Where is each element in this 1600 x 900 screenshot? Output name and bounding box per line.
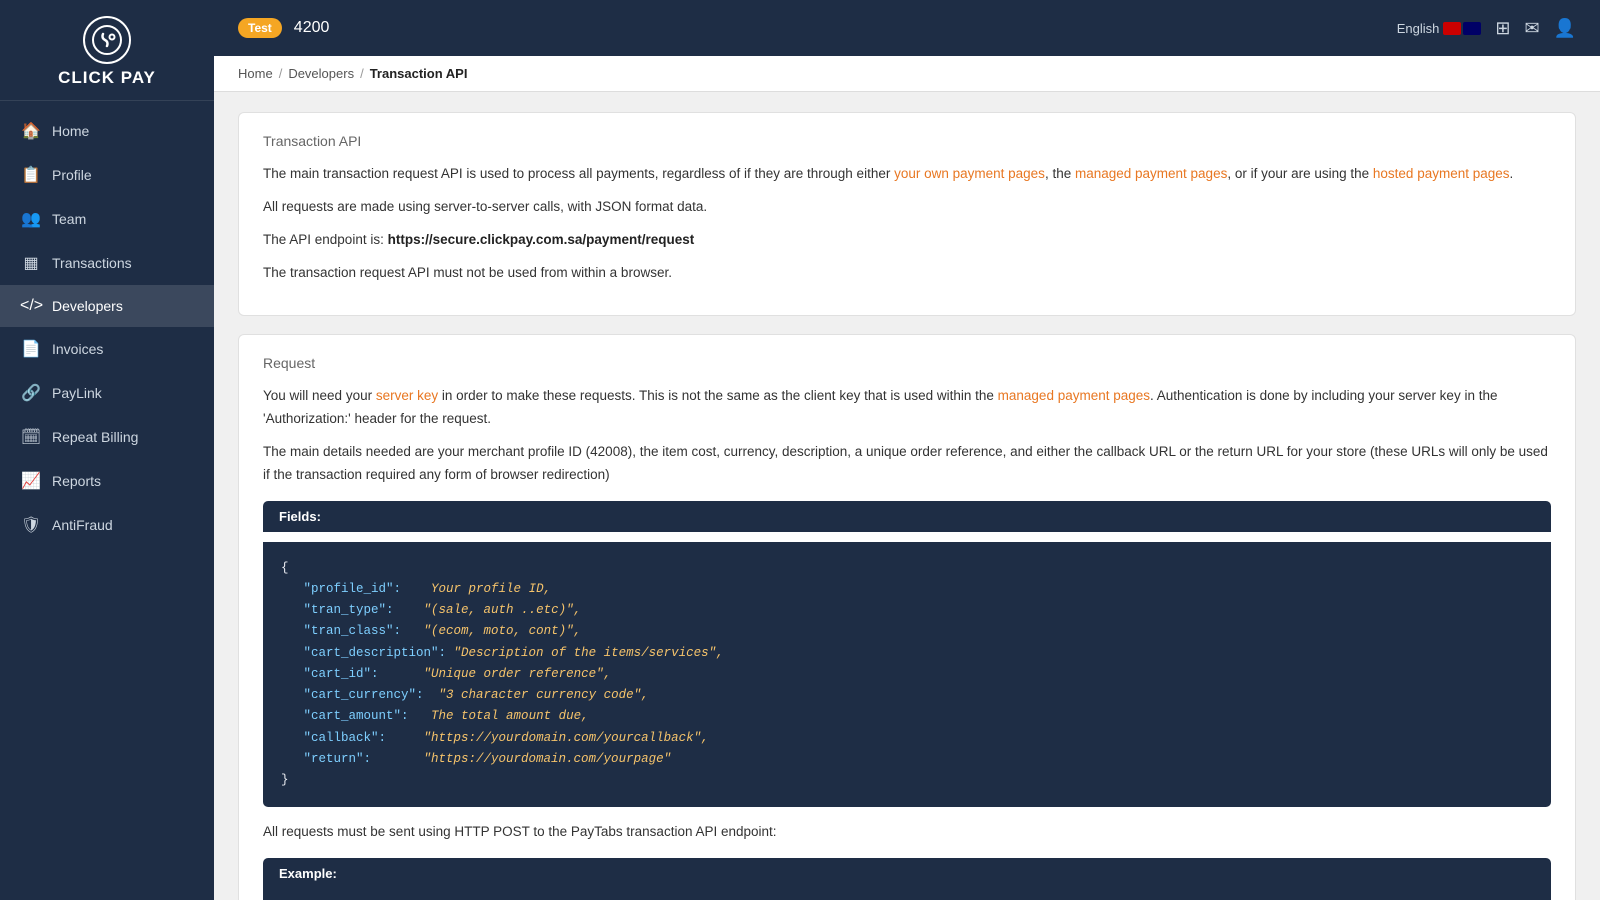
- sidebar-label-reports: Reports: [52, 473, 101, 489]
- account-id: 4200: [294, 19, 330, 37]
- logo-icon: [83, 16, 131, 64]
- grid-icon[interactable]: ⊞: [1495, 18, 1510, 39]
- breadcrumb-sep-1: /: [279, 66, 283, 81]
- header: Test 4200 English ⊞ ✉ 👤: [214, 0, 1600, 56]
- reports-icon: 📈: [20, 471, 42, 491]
- breadcrumb-current: Transaction API: [370, 66, 468, 81]
- breadcrumb-developers[interactable]: Developers: [288, 66, 354, 81]
- antifraud-icon: 🛡: [20, 515, 42, 535]
- sidebar-label-developers: Developers: [52, 298, 123, 314]
- sidebar-label-repeat-billing: Repeat Billing: [52, 429, 138, 445]
- profile-icon: 📋: [20, 165, 42, 185]
- section1-para2: All requests are made using server-to-se…: [263, 196, 1551, 219]
- sidebar-item-developers[interactable]: </> Developers: [0, 285, 214, 327]
- home-icon: 🏠: [20, 121, 42, 141]
- fields-code-block: { "profile_id": Your profile ID, "tran_t…: [263, 542, 1551, 808]
- breadcrumb-home[interactable]: Home: [238, 66, 273, 81]
- link-own-pages[interactable]: your own payment pages: [894, 166, 1045, 181]
- api-endpoint-url: https://secure.clickpay.com.sa/payment/r…: [388, 232, 695, 247]
- section2-para2: The main details needed are your merchan…: [263, 441, 1551, 487]
- link-managed-pages2[interactable]: managed payment pages: [998, 388, 1150, 403]
- invoices-icon: 📄: [20, 339, 42, 359]
- paylink-icon: 🔗: [20, 383, 42, 403]
- sidebar-item-profile[interactable]: 📋 Profile: [0, 153, 214, 197]
- sidebar-item-transactions[interactable]: ▦ Transactions: [0, 241, 214, 285]
- header-right: English ⊞ ✉ 👤: [1397, 18, 1576, 39]
- sidebar-item-paylink[interactable]: 🔗 PayLink: [0, 371, 214, 415]
- sidebar-item-reports[interactable]: 📈 Reports: [0, 459, 214, 503]
- sidebar: CLICK PAY 🏠 Home 📋 Profile 👥 Team ▦ Tran…: [0, 0, 214, 900]
- sidebar-item-antifraud[interactable]: 🛡 AntiFraud: [0, 503, 214, 547]
- test-badge: Test: [238, 18, 282, 38]
- sidebar-label-invoices: Invoices: [52, 341, 103, 357]
- sidebar-label-profile: Profile: [52, 167, 92, 183]
- link-managed-pages[interactable]: managed payment pages: [1075, 166, 1227, 181]
- section1-title: Transaction API: [263, 133, 1551, 149]
- example-code-block: curl --request POST \ --url https://secu…: [263, 889, 1551, 900]
- sidebar-label-paylink: PayLink: [52, 385, 102, 401]
- app-title: CLICK PAY: [58, 68, 156, 88]
- transactions-icon: ▦: [20, 253, 42, 273]
- post-fields-text: All requests must be sent using HTTP POS…: [263, 821, 1551, 844]
- section1-para4: The transaction request API must not be …: [263, 262, 1551, 285]
- fields-header: Fields:: [263, 501, 1551, 532]
- request-card: Request You will need your server key in…: [238, 334, 1576, 900]
- sidebar-item-team[interactable]: 👥 Team: [0, 197, 214, 241]
- logo: CLICK PAY: [0, 0, 214, 101]
- link-hosted-pages[interactable]: hosted payment pages: [1373, 166, 1510, 181]
- sidebar-item-invoices[interactable]: 📄 Invoices: [0, 327, 214, 371]
- example-container: Example: curl --request POST \ --url htt…: [263, 858, 1551, 900]
- section2-title: Request: [263, 355, 1551, 371]
- breadcrumb-sep-2: /: [360, 66, 364, 81]
- section1-para1: The main transaction request API is used…: [263, 163, 1551, 186]
- mail-icon[interactable]: ✉: [1524, 18, 1539, 39]
- transaction-api-card: Transaction API The main transaction req…: [238, 112, 1576, 316]
- sidebar-nav: 🏠 Home 📋 Profile 👥 Team ▦ Transactions <…: [0, 101, 214, 900]
- section2-para1: You will need your server key in order t…: [263, 385, 1551, 431]
- language-label: English: [1397, 21, 1440, 36]
- sidebar-item-repeat-billing[interactable]: 🗓 Repeat Billing: [0, 415, 214, 459]
- content-area: Transaction API The main transaction req…: [214, 92, 1600, 900]
- section1-para3: The API endpoint is: https://secure.clic…: [263, 229, 1551, 252]
- main-content: Test 4200 English ⊞ ✉ 👤 Home / Developer…: [214, 0, 1600, 900]
- example-header: Example:: [263, 858, 1551, 889]
- sidebar-item-home[interactable]: 🏠 Home: [0, 109, 214, 153]
- developers-icon: </>: [20, 297, 42, 315]
- language-selector[interactable]: English: [1397, 21, 1482, 36]
- link-server-key[interactable]: server key: [376, 388, 438, 403]
- sidebar-label-home: Home: [52, 123, 89, 139]
- fields-container: Fields: { "profile_id": Your profile ID,…: [263, 501, 1551, 808]
- sidebar-label-antifraud: AntiFraud: [52, 517, 113, 533]
- sidebar-label-team: Team: [52, 211, 86, 227]
- breadcrumb: Home / Developers / Transaction API: [214, 56, 1600, 92]
- language-flags: [1443, 22, 1481, 35]
- team-icon: 👥: [20, 209, 42, 229]
- repeat-billing-icon: 🗓: [20, 427, 42, 447]
- sidebar-label-transactions: Transactions: [52, 255, 132, 271]
- user-icon[interactable]: 👤: [1554, 18, 1576, 39]
